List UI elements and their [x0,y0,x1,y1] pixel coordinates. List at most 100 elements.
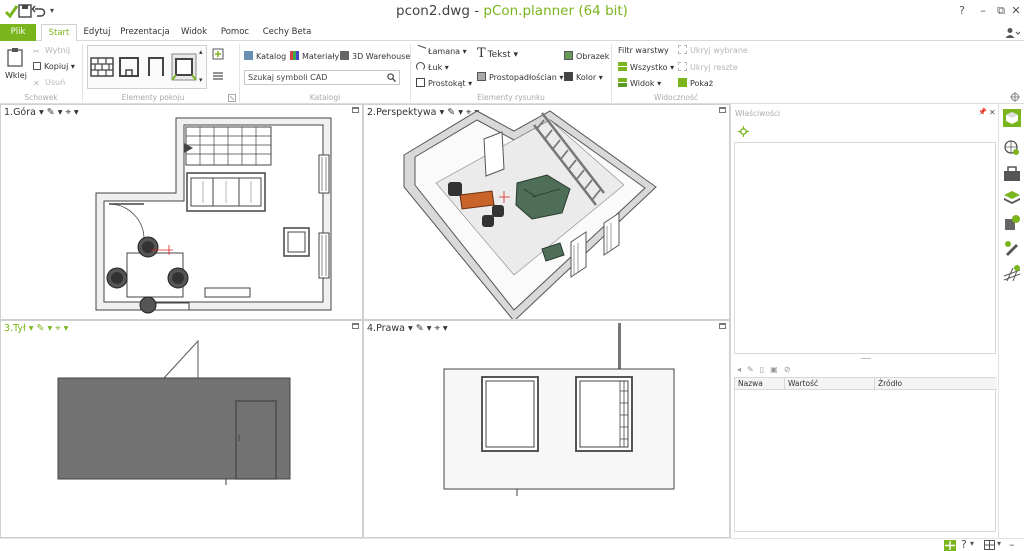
clipboard-group-label: Schowek [24,93,58,102]
properties-close-icon[interactable]: ✕ [989,108,996,117]
door-icon[interactable] [144,55,168,79]
view-layers-button[interactable]: Widok ▾ [618,78,661,89]
column-value[interactable]: Wartość [785,378,875,390]
drawing-elements-group-label: Elementy rysunku [477,93,545,102]
wall-icon[interactable] [90,55,114,79]
catalog-icon [244,51,253,60]
pen-tool-icon[interactable] [1003,239,1021,257]
remove-icon[interactable]: ⊘ [784,365,797,374]
layout-dropdown-icon[interactable]: ▾ [997,539,1001,548]
show-button[interactable]: Pokaż [678,78,713,89]
status-bar: ? ▾ ▾ – [0,538,1024,551]
insert-element-icon[interactable] [212,48,224,60]
hide-selected-button[interactable]: Ukryj wybrane [678,45,748,56]
all-layers-button[interactable]: Wszystko ▾ [618,62,674,73]
rectangle-button[interactable]: Prostokąt ▾ [416,78,472,89]
gallery-more[interactable]: ▾ [199,75,203,86]
toolbox-icon[interactable] [1003,165,1021,183]
hide-selected-icon [678,45,687,54]
ribbon-tabs: Plik Start Edytuj Prezentacja Widok Pomo… [0,24,1024,42]
column-source[interactable]: Źródło [875,378,997,390]
help-icon[interactable]: ? [961,538,967,551]
materials-button[interactable]: Materiały [290,51,339,62]
tab-presentation[interactable]: Prezentacja [119,24,171,41]
hide-rest-icon [678,62,687,71]
user-icon[interactable] [1004,27,1020,39]
copy-icon [33,62,41,70]
search-icon[interactable] [387,73,396,82]
polyline-button[interactable]: Łamana ▾ [414,44,467,57]
properties-table: Nazwa Wartość Źródło [734,377,997,532]
list-element-icon[interactable] [212,70,224,82]
catalogs-group-label: Katalogi [309,93,341,102]
layers-icon[interactable] [1003,189,1021,207]
viewport-top[interactable]: 1.Góra ▾ ✎ ▾ ⌖ ▾ [0,104,363,320]
title-bar: ▾ pcon2.dwg - pCon.planner (64 bit) ? – … [0,0,1024,24]
properties-pin-icon[interactable]: 📌 [978,108,987,116]
back-elevation-drawing [57,339,291,485]
layers-all-icon [618,62,627,71]
objects-settings-icon[interactable] [1003,214,1021,232]
minimize-button[interactable]: – [973,2,993,20]
copy-button[interactable]: Kopiuj ▾ [33,61,75,72]
image-button[interactable]: Obrazek [564,51,609,62]
floor-plan-drawing [95,117,332,314]
properties-toolbar[interactable]: ◂✎▯▣⊘ [737,365,796,374]
color-button[interactable]: Kolor ▾ [564,72,603,83]
tab-edit[interactable]: Edytuj [79,24,115,41]
cuboid-icon [477,72,486,81]
window-element-icon[interactable] [171,53,197,81]
help-dropdown-icon[interactable]: ▾ [970,539,974,548]
warehouse-icon [340,51,349,60]
cuboid-button[interactable]: Prostopadłościan ▾ [477,72,563,83]
arc-icon [416,62,425,71]
tab-beta-features[interactable]: Cechy Beta [258,24,316,41]
export-icon[interactable]: ▣ [770,365,784,374]
room-group-expand-icon[interactable] [228,94,236,102]
paste-button[interactable]: Wklej [5,70,27,81]
properties-settings-icon[interactable] [738,126,749,137]
properties-table-header: Nazwa Wartość Źródło [735,378,997,390]
cut-icon: ✂ [33,47,40,56]
help-button[interactable]: ? [952,2,972,20]
back-icon[interactable]: ◂ [737,365,747,374]
status-more-icon[interactable]: – [1009,538,1015,551]
hide-rest-button[interactable]: Ukryj reszte [678,62,738,73]
3d-cube-icon[interactable] [1003,109,1021,127]
delete-button[interactable]: ✕ Usuń [33,77,65,88]
cad-symbol-search-input[interactable]: Szukaj symboli CAD [244,70,400,85]
terrain-grid-icon[interactable] [1003,264,1021,282]
viewport-back[interactable]: 3.Tył ▾ ✎ ▾ ⌖ ▾ [0,320,363,538]
layers-view-icon [618,78,627,87]
column-name[interactable]: Nazwa [735,378,785,390]
3d-warehouse-button[interactable]: 3D Warehouse [340,51,410,62]
tab-start[interactable]: Start [41,24,77,42]
close-button[interactable]: ✕ [1006,2,1024,20]
tab-help[interactable]: Pomoc [216,24,254,41]
room-icon[interactable] [117,55,141,79]
text-icon: T [477,46,486,61]
text-button[interactable]: T Tekst ▾ [477,46,518,61]
viewport-right[interactable]: 4.Prawa ▾ ✎ ▾ ⌖ ▾ [363,320,730,538]
right-elevation-drawing [443,323,675,496]
paste-icon[interactable] [6,47,24,67]
visibility-group-label: Widoczność [653,93,699,102]
color-swatch-icon [564,72,573,81]
page-icon[interactable]: ▯ [760,365,770,374]
catalog-button[interactable]: Katalog [244,51,286,62]
show-icon [678,78,687,87]
cut-button[interactable]: ✂ Wytnij [33,45,70,56]
viewport-perspective[interactable]: 2.Perspektywa ▾ ✎ ▾ ⌖ ▾ [363,104,730,320]
layer-filter-label: Filtr warstwy [618,46,669,55]
viewport-layout-icon[interactable] [984,540,995,550]
edit-icon[interactable]: ✎ [747,365,760,374]
navigation-mode-icon[interactable] [944,540,956,551]
arc-button[interactable]: Łuk ▾ [416,62,449,73]
panel-splitter[interactable] [861,358,871,359]
properties-title: Właściwości [735,109,781,118]
globe-search-icon[interactable] [1003,139,1021,157]
ribbon-pin-icon[interactable] [1010,92,1020,102]
gallery-scroll-up[interactable]: ▴ [199,47,203,58]
tab-view[interactable]: Widok [175,24,213,41]
tab-file[interactable]: Plik [0,24,36,41]
